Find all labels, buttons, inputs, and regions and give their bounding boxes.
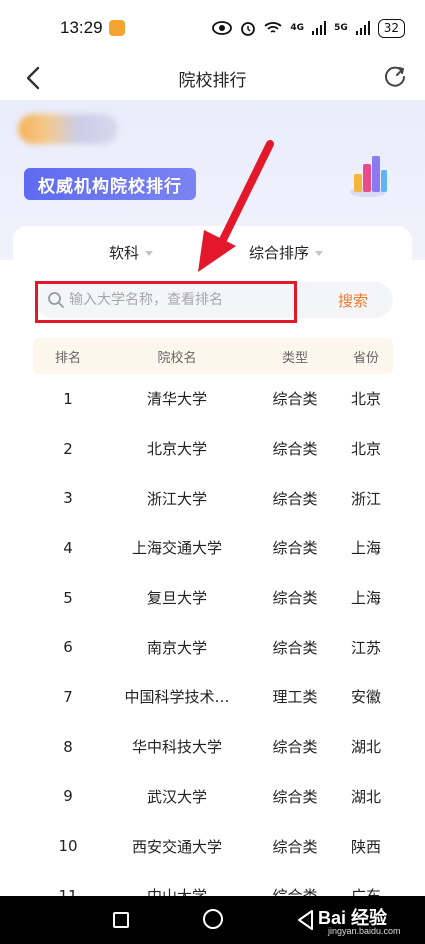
row-name: 西安交通大学 (131, 837, 222, 856)
row-province: 湖北 (350, 787, 381, 806)
baidu-jingyan-watermark: Bai 经验 jingyan.baidu.com (318, 904, 418, 940)
row-type: 综合类 (272, 837, 318, 856)
row-type: 综合类 (272, 738, 318, 757)
header-rank: 排名 (54, 350, 81, 366)
table-row[interactable]: 3 浙江大学 综合类 浙江 (33, 473, 393, 523)
table-row[interactable]: 5 复旦大学 综合类 上海 (33, 573, 393, 623)
source-filter-dropdown[interactable]: 软科 (109, 242, 154, 263)
row-rank: 8 (63, 737, 73, 756)
table-row[interactable]: 1 清华大学 综合类 北京 (33, 374, 393, 424)
row-name: 华中科技大学 (131, 738, 222, 757)
row-name: 中国科学技术… (124, 688, 230, 707)
wifi-icon (264, 22, 283, 33)
blurred-logo (18, 114, 118, 144)
row-province: 陕西 (350, 837, 381, 856)
row-type: 综合类 (272, 390, 318, 409)
table-row[interactable]: 8 华中科技大学 综合类 湖北 (33, 722, 393, 772)
header-type: 类型 (281, 350, 308, 366)
row-rank: 4 (63, 538, 73, 557)
row-province: 浙江 (350, 489, 381, 508)
table-row[interactable]: 6 南京大学 综合类 江苏 (33, 622, 393, 672)
row-name: 清华大学 (146, 390, 207, 409)
row-province: 北京 (350, 440, 381, 459)
row-name: 复旦大学 (146, 589, 207, 608)
chevron-down-icon (145, 251, 154, 256)
row-province: 安徽 (350, 688, 381, 707)
recent-apps-icon[interactable] (113, 912, 129, 928)
row-province: 江苏 (350, 638, 381, 657)
system-navigation-bar: Bai 经验 jingyan.baidu.com (0, 896, 425, 944)
header-province: 省份 (352, 350, 379, 366)
row-rank: 3 (63, 489, 73, 508)
back-arrow-icon[interactable] (22, 64, 46, 92)
chevron-down-icon (315, 251, 324, 256)
row-rank: 9 (63, 787, 73, 806)
eye-icon (212, 21, 233, 35)
bar-chart-icon (350, 156, 387, 197)
header-name: 院校名 (157, 350, 197, 366)
row-name: 上海交通大学 (131, 539, 222, 558)
row-type: 综合类 (272, 638, 318, 657)
row-province: 湖北 (350, 738, 381, 757)
row-rank: 5 (63, 588, 73, 607)
ranking-card: 软科 综合排序 搜索 排名 院校名 类型 省份 1清华大学综合类北京 2北京大学… (13, 226, 412, 916)
status-time: 13:29 (60, 18, 103, 37)
search-button[interactable]: 搜索 (313, 282, 393, 318)
alarm-icon (241, 22, 256, 36)
row-name: 武汉大学 (146, 787, 207, 806)
table-row[interactable]: 2 北京大学 综合类 北京 (33, 424, 393, 474)
row-name: 北京大学 (146, 440, 207, 459)
page-title: 院校排行 (178, 70, 247, 91)
row-province: 上海 (350, 539, 381, 558)
row-rank: 1 (63, 389, 73, 408)
table-row[interactable]: 4 上海交通大学 综合类 上海 (33, 523, 393, 573)
status-icons: 4G 5G 32 (212, 18, 405, 38)
row-province: 北京 (350, 390, 381, 409)
ranking-list: 1 清华大学 综合类 北京 2 北京大学 综合类 北京 3 浙江大学 综合类 浙江 4 上海交通大学… (33, 374, 393, 921)
source-filter-label: 软科 (109, 244, 140, 262)
row-rank: 7 (63, 687, 73, 706)
row-type: 综合类 (272, 489, 318, 508)
row-name: 南京大学 (146, 638, 207, 657)
signal-icon (355, 21, 370, 35)
home-icon[interactable] (203, 909, 223, 929)
table-row[interactable]: 10 西安交通大学 综合类 陕西 (33, 821, 393, 871)
row-type: 综合类 (272, 440, 318, 459)
row-name: 浙江大学 (146, 489, 207, 508)
row-type: 综合类 (272, 589, 318, 608)
annotation-arrow-icon (198, 140, 274, 272)
app-notification-icon (108, 20, 125, 36)
nav-bar: 院校排行 (0, 56, 425, 100)
row-rank: 2 (63, 439, 73, 458)
row-province: 上海 (350, 589, 381, 608)
status-bar: 13:29 4G 5G 32 (0, 0, 425, 56)
row-rank: 6 (63, 638, 73, 657)
watermark-sub: jingyan.baidu.com (328, 926, 401, 936)
row-type: 综合类 (272, 787, 318, 806)
network-5g-label: 5G (334, 23, 348, 33)
table-header: 排名 院校名 类型 省份 (33, 338, 393, 374)
table-row[interactable]: 7 中国科学技术… 理工类 安徽 (33, 672, 393, 722)
signal-icon (312, 21, 327, 35)
back-triangle-icon[interactable] (296, 909, 314, 931)
share-icon[interactable] (381, 62, 409, 90)
table-row[interactable]: 9 武汉大学 综合类 湖北 (33, 772, 393, 822)
annotation-highlight-box (35, 281, 297, 323)
battery-indicator: 32 (377, 18, 405, 38)
network-4g-label: 4G (290, 23, 305, 33)
row-rank: 10 (58, 837, 78, 856)
row-type: 综合类 (272, 539, 318, 558)
authority-ranking-badge: 权威机构院校排行 (24, 168, 196, 200)
row-type: 理工类 (272, 688, 318, 707)
